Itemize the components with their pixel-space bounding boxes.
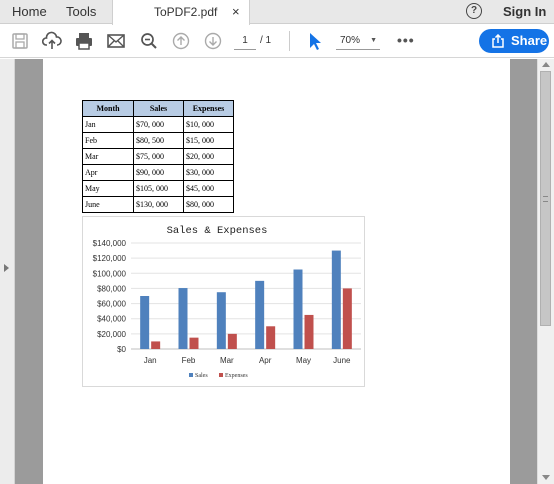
sales-bar [140,296,150,349]
vertical-scrollbar[interactable] [537,59,554,484]
expenses-bar [266,326,276,349]
table-cell: $75, 000 [133,148,184,165]
help-icon[interactable]: ? [466,3,482,19]
y-tick-label: $120,000 [93,254,127,263]
page-up-icon[interactable] [171,31,191,51]
table-row: Feb $80, 500 $15, 000 [82,132,234,149]
share-label: Share [511,33,548,48]
table-cell: May [82,180,134,197]
table-header-row: Month Sales Expenses [82,100,234,117]
sign-in-button[interactable]: Sign In [503,0,546,24]
column-header: Month [82,100,134,117]
expenses-bar [151,341,161,349]
upload-cloud-icon[interactable] [41,31,62,51]
page-number-input[interactable]: 1 [234,32,256,50]
x-tick-label: June [333,356,351,365]
sales-bar [216,292,226,349]
sales-bar [255,280,265,349]
data-table: Month Sales Expenses Jan $70, 000 $10, 000… [82,100,234,213]
x-tick-label: Mar [220,356,234,365]
table-cell: $80, 500 [133,132,184,149]
table-cell: June [82,196,134,213]
expenses-bar [189,337,199,349]
save-icon[interactable] [10,31,30,51]
x-tick-label: Jan [144,356,157,365]
tab-bar: Home Tools ToPDF2.pdf × ? Sign In [0,0,554,25]
more-options-icon[interactable]: ••• [397,33,415,47]
table-cell: $70, 000 [133,116,184,133]
scrollbar-thumb[interactable] [540,71,551,326]
sales-bar [293,269,303,349]
tab-document[interactable]: ToPDF2.pdf × [112,0,250,25]
document-tab-label: ToPDF2.pdf [154,5,218,19]
table-row: Apr $90, 000 $30, 000 [82,164,234,181]
y-tick-label: $0 [117,345,126,354]
y-tick-label: $100,000 [93,269,127,278]
email-icon[interactable] [106,31,126,51]
toolbar: 1 / 1 70% ▼ ••• Share [0,25,554,58]
table-cell: Jan [82,116,134,133]
chevron-down-icon: ▼ [370,37,377,44]
toolbar-divider [289,31,290,51]
y-tick-label: $80,000 [97,284,126,293]
y-tick-label: $60,000 [97,300,126,309]
expenses-bar [342,288,352,349]
chart-title: Sales & Expenses [167,225,268,237]
legend-label: Sales [195,373,208,379]
zoom-value: 70% [340,35,361,46]
document-viewer: Month Sales Expenses Jan $70, 000 $10, 000… [0,59,554,484]
x-tick-label: Feb [182,356,196,365]
expenses-bar [304,314,314,349]
table-row: Jan $70, 000 $10, 000 [82,116,234,133]
table-cell: $90, 000 [133,164,184,181]
share-button[interactable]: Share [479,29,549,53]
column-header: Sales [133,100,184,117]
y-tick-label: $140,000 [93,239,127,248]
grip-icon [543,196,548,202]
table-cell: $15, 000 [183,132,234,149]
sales-bar [331,250,341,349]
chart-container: Sales & Expenses $0 $20,000 $40,000 $60,000 $… [82,216,365,387]
table-cell: $105, 000 [133,180,184,197]
expand-arrow-icon[interactable] [4,264,9,272]
tab-tools[interactable]: Tools [66,0,96,24]
table-cell: $10, 000 [183,116,234,133]
page-total: / 1 [260,35,272,46]
zoom-select[interactable]: 70% ▼ [336,32,380,50]
print-icon[interactable] [74,31,94,51]
legend-swatch [219,373,223,377]
page-down-icon[interactable] [203,31,223,51]
table-cell: $20, 000 [183,148,234,165]
scroll-up-icon[interactable] [542,62,550,67]
table-row: Mar $75, 000 $20, 000 [82,148,234,165]
x-tick-label: May [296,356,311,365]
y-tick-label: $40,000 [97,315,126,324]
x-tick-label: Apr [259,356,272,365]
expenses-bar [227,333,237,349]
table-row: May $105, 000 $45, 000 [82,180,234,197]
sales-bar [178,288,188,349]
select-cursor-icon[interactable] [305,31,325,51]
tab-home[interactable]: Home [12,0,47,24]
table-cell: Apr [82,164,134,181]
zoom-out-icon[interactable] [139,31,159,51]
table-cell: Feb [82,132,134,149]
table-cell: $80, 000 [183,196,234,213]
bar-chart: Sales & Expenses $0 $20,000 $40,000 $60,000 $… [93,225,361,379]
left-panel-toggle[interactable] [0,59,15,484]
y-tick-label: $20,000 [97,330,126,339]
legend-swatch [189,373,193,377]
table-cell: Mar [82,148,134,165]
table-cell: $45, 000 [183,180,234,197]
scroll-down-icon[interactable] [542,475,550,480]
share-icon [492,34,504,48]
table-cell: $30, 000 [183,164,234,181]
legend-label: Expenses [225,373,248,379]
close-icon[interactable]: × [232,0,240,23]
table-cell: $130, 000 [133,196,184,213]
column-header: Expenses [183,100,234,117]
table-row: June $130, 000 $80, 000 [82,196,234,213]
pdf-page: Month Sales Expenses Jan $70, 000 $10, 000… [43,59,510,484]
